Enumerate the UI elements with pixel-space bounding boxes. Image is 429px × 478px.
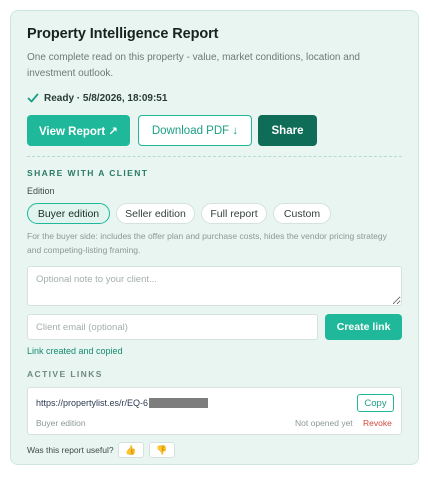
- active-links-heading: ACTIVE LINKS: [27, 369, 103, 379]
- edition-chip-seller[interactable]: Seller edition: [116, 203, 195, 224]
- divider: [27, 156, 402, 157]
- edition-chip-full[interactable]: Full report: [201, 203, 267, 224]
- active-link-item: https://propertylist.es/r/EQ-6 Copy Buye…: [27, 387, 402, 435]
- download-pdf-button[interactable]: Download PDF ↓: [138, 115, 252, 146]
- link-edition: Buyer edition: [36, 418, 86, 428]
- report-panel: Property Intelligence Report One complet…: [10, 10, 419, 465]
- report-title: Property Intelligence Report: [27, 26, 219, 42]
- edition-chip-custom[interactable]: Custom: [273, 203, 331, 224]
- link-url: https://propertylist.es/r/EQ-6: [36, 398, 209, 408]
- thumbs-up-icon[interactable]: 👍: [117, 442, 144, 458]
- share-section-heading: SHARE WITH A CLIENT: [27, 168, 149, 178]
- check-icon: [27, 93, 39, 103]
- view-report-button[interactable]: View Report ↗: [27, 115, 130, 146]
- feedback-question: Was this report useful?: [27, 445, 114, 455]
- link-created-message: Link created and copied: [27, 346, 123, 356]
- status-line: Ready · 5/8/2026, 18:09:51: [27, 92, 402, 104]
- client-email-input[interactable]: [27, 314, 319, 340]
- feedback-row: Was this report useful? 👍 👎: [27, 442, 402, 458]
- edition-label: Edition: [27, 186, 55, 196]
- create-link-button[interactable]: Create link: [325, 314, 402, 340]
- edition-chip-buyer[interactable]: Buyer edition: [27, 203, 110, 224]
- report-subtitle: One complete read on this property - val…: [27, 52, 360, 79]
- action-buttons: View Report ↗ Download PDF ↓ Share: [27, 115, 402, 146]
- copy-link-button[interactable]: Copy: [357, 394, 394, 412]
- link-url-text[interactable]: https://propertylist.es/r/EQ-6: [36, 398, 148, 408]
- redacted-block: [149, 398, 209, 408]
- revoke-link-button[interactable]: Revoke: [363, 418, 392, 428]
- thumbs-down-icon[interactable]: 👎: [148, 442, 175, 458]
- edition-hint: For the buyer side: includes the offer p…: [27, 231, 387, 255]
- edition-selector: Buyer edition Seller edition Full report…: [27, 203, 402, 224]
- client-note-input[interactable]: [27, 266, 402, 306]
- email-row: Create link: [27, 314, 402, 340]
- status-text: Ready · 5/8/2026, 18:09:51: [44, 92, 168, 104]
- link-open-status: Not opened yet: [295, 418, 353, 428]
- share-button[interactable]: Share: [258, 115, 317, 146]
